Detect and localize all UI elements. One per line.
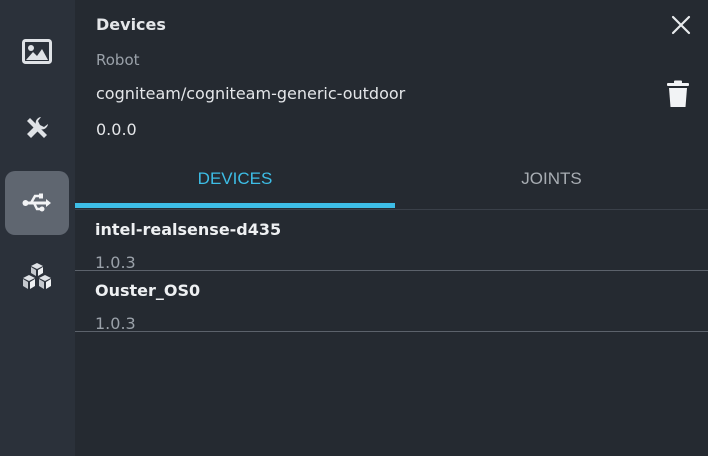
active-tab-indicator bbox=[75, 203, 395, 208]
sidebar-item-tools[interactable] bbox=[5, 96, 69, 160]
close-icon bbox=[671, 15, 691, 35]
device-name: intel-realsense-d435 bbox=[95, 220, 282, 239]
devices-panel: Devices Robot cogniteam/cogniteam-generi… bbox=[75, 0, 708, 456]
list-item[interactable]: Ouster_OS0 1.0.3 bbox=[75, 271, 708, 333]
sidebar-item-packages[interactable] bbox=[5, 245, 69, 309]
app-window: Devices Robot cogniteam/cogniteam-generi… bbox=[0, 0, 708, 456]
sidebar bbox=[0, 0, 75, 456]
panel-title: Devices bbox=[96, 15, 166, 34]
device-version: 1.0.3 bbox=[95, 253, 136, 272]
image-icon bbox=[22, 39, 52, 64]
sidebar-item-devices[interactable] bbox=[5, 171, 69, 235]
usb-icon bbox=[22, 193, 51, 212]
trash-icon bbox=[667, 80, 689, 107]
tools-icon bbox=[27, 117, 48, 138]
device-list: intel-realsense-d435 1.0.3 Ouster_OS0 1.… bbox=[75, 210, 708, 333]
tab-devices[interactable]: DEVICES bbox=[75, 150, 395, 208]
robot-version: 0.0.0 bbox=[96, 120, 137, 139]
close-button[interactable] bbox=[670, 14, 692, 36]
device-name: Ouster_OS0 bbox=[95, 281, 201, 300]
list-item[interactable]: intel-realsense-d435 1.0.3 bbox=[75, 210, 708, 272]
robot-label: Robot bbox=[96, 51, 140, 69]
tab-joints[interactable]: JOINTS bbox=[395, 150, 708, 208]
tab-bar: DEVICES JOINTS bbox=[75, 150, 708, 210]
cubes-icon bbox=[23, 263, 51, 289]
delete-button[interactable] bbox=[666, 80, 690, 108]
robot-name: cogniteam/cogniteam-generic-outdoor bbox=[96, 84, 406, 103]
device-version: 1.0.3 bbox=[95, 314, 136, 333]
sidebar-item-image[interactable] bbox=[5, 20, 69, 84]
